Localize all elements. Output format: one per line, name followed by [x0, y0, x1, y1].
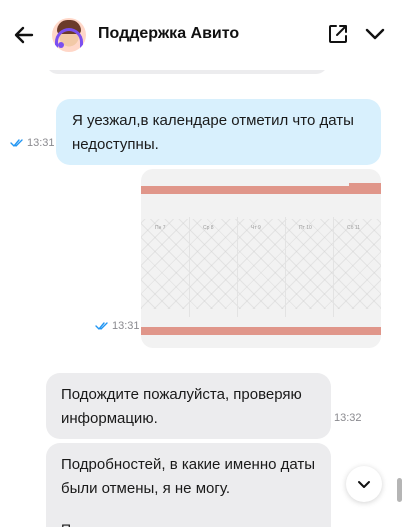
message-text: Я уезжал,в календаре отметил что даты не… — [72, 112, 354, 153]
message-meta: 13:31 — [95, 320, 140, 332]
read-checkmarks-icon — [95, 322, 108, 330]
avatar[interactable] — [52, 18, 86, 52]
calendar-day: Пн 7 — [155, 225, 166, 231]
chat-header: Поддержка Авито — [0, 0, 407, 70]
chevron-down-icon — [365, 28, 385, 40]
message-time: 13:32 — [334, 412, 362, 424]
message-text: Подождите пожалуйста, проверяю информаци… — [61, 386, 302, 427]
chat-title[interactable]: Поддержка Авито — [98, 25, 239, 43]
message-meta: 13:32 — [334, 412, 362, 424]
back-button[interactable] — [10, 21, 38, 49]
arrow-left-icon — [14, 26, 34, 44]
message-time: 13:31 — [112, 320, 140, 332]
outgoing-message[interactable]: Я уезжал,в календаре отметил что даты не… — [56, 99, 381, 165]
calendar-band — [141, 186, 381, 194]
chat-menu-button[interactable] — [363, 22, 387, 46]
calendar-day: Пт 10 — [299, 225, 312, 231]
message-text-continuation: П... — [61, 517, 83, 527]
scrollbar[interactable] — [397, 478, 402, 502]
calendar-day-labels: Пн 7 Ср 8 Чт 9 Пт 10 Сб 11 — [141, 225, 381, 239]
chevron-down-icon — [358, 481, 370, 488]
open-external-icon — [329, 25, 347, 43]
open-external-button[interactable] — [326, 22, 350, 46]
message-meta: 13:31 — [10, 137, 55, 149]
calendar-day: Сб 11 — [347, 225, 361, 231]
calendar-band — [141, 327, 381, 335]
calendar-day: Чт 9 — [251, 225, 261, 231]
read-checkmarks-icon — [10, 139, 23, 147]
image-message[interactable]: Пн 7 Ср 8 Чт 9 Пт 10 Сб 11 — [141, 169, 381, 348]
message-time: 13:31 — [27, 137, 55, 149]
incoming-message[interactable]: Подождите пожалуйста, проверяю информаци… — [46, 373, 331, 439]
message-text: Подробностей, в какие именно даты были о… — [61, 456, 316, 497]
incoming-message[interactable]: Подробностей, в какие именно даты были о… — [46, 443, 331, 527]
scroll-to-bottom-button[interactable] — [346, 466, 382, 502]
calendar-day: Ср 8 — [203, 225, 214, 231]
